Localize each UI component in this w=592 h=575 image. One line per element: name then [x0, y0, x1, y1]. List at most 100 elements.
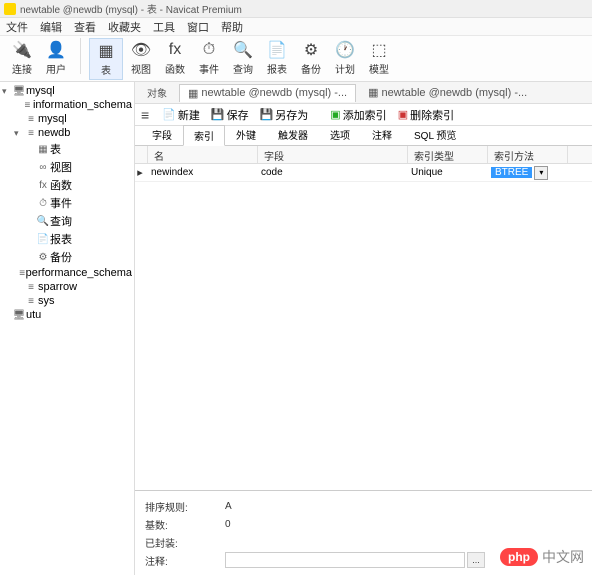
subtab-选项[interactable]: 选项 [319, 124, 361, 145]
tree-icon: 🖥 [12, 310, 26, 321]
tree-icon: ⚙ [36, 252, 50, 263]
col-type[interactable]: 索引类型 [408, 146, 488, 163]
cardinality-label: 基数: [145, 517, 225, 532]
index-grid-header: 名 字段 索引类型 索引方法 [135, 146, 592, 164]
toolbar-用户[interactable]: 👤用户 [40, 38, 72, 80]
cell-field[interactable]: code [255, 166, 405, 179]
comment-label: 注释: [145, 553, 225, 568]
tree-icon: 🔍 [36, 216, 50, 227]
window-title: newtable @newdb (mysql) - 表 - Navicat Pr… [20, 1, 242, 16]
subtab-字段[interactable]: 字段 [141, 124, 183, 145]
subtab-外键[interactable]: 外键 [225, 124, 267, 145]
saveas-icon: 💾 [260, 108, 274, 121]
new-icon: 📄 [162, 108, 176, 121]
cell-type[interactable]: Unique [405, 166, 485, 179]
method-value[interactable]: BTREE [491, 167, 532, 178]
tree-item-报表[interactable]: 📄报表 [0, 230, 134, 248]
menu-window[interactable]: 窗口 [187, 19, 209, 35]
watermark-badge: php [500, 548, 538, 566]
tree-item-备份[interactable]: ⚙备份 [0, 248, 134, 266]
tree-icon: ∞ [36, 162, 50, 173]
row-marker-icon: ▸ [135, 166, 145, 179]
dropdown-icon[interactable]: ▾ [534, 166, 548, 180]
toolbar-icon: ⏱ [199, 40, 219, 60]
tab-objects[interactable]: 对象 [139, 83, 175, 102]
subtab-注释[interactable]: 注释 [361, 124, 403, 145]
index-row[interactable]: ▸ newindex code Unique BTREE ▾ [135, 164, 592, 182]
col-field[interactable]: 字段 [258, 146, 408, 163]
tree-icon: 📄 [36, 234, 50, 245]
comment-ellipsis-button[interactable]: … [467, 552, 485, 568]
main-toolbar: 🔌连接👤用户 ▦表👁视图fx函数⏱事件🔍查询📄报表⚙备份🕐计划⬚模型 [0, 36, 592, 82]
col-method[interactable]: 索引方法 [488, 146, 568, 163]
action-bar: ≡ 📄新建 💾保存 💾另存为 ▣添加索引 ▣删除索引 [135, 104, 592, 126]
delete-index-button[interactable]: ▣删除索引 [394, 106, 458, 124]
menu-favorites[interactable]: 收藏夹 [108, 19, 141, 35]
toolbar-连接[interactable]: 🔌连接 [6, 38, 38, 80]
tree-item-事件[interactable]: ⏱事件 [0, 194, 134, 212]
document-tabs: 对象 ▦newtable @newdb (mysql) -... ▦newtab… [135, 82, 592, 104]
delete-icon: ▣ [398, 108, 408, 121]
tree-icon: fx [36, 180, 50, 191]
tree-item-mysql[interactable]: ▾🖥mysql [0, 84, 134, 98]
toolbar-视图[interactable]: 👁视图 [125, 38, 157, 80]
save-button[interactable]: 💾保存 [207, 106, 253, 124]
col-name[interactable]: 名 [148, 146, 258, 163]
table-icon: ▦ [188, 87, 198, 100]
tree-item-查询[interactable]: 🔍查询 [0, 212, 134, 230]
tree-icon: ⏱ [36, 198, 50, 209]
toolbar-表[interactable]: ▦表 [89, 38, 123, 80]
add-index-button[interactable]: ▣添加索引 [326, 106, 390, 124]
cell-method[interactable]: BTREE ▾ [485, 165, 565, 181]
toolbar-报表[interactable]: 📄报表 [261, 38, 293, 80]
tree-item-information_schema[interactable]: ≡information_schema [0, 98, 134, 112]
hamburger-icon[interactable]: ≡ [141, 107, 149, 123]
tree-item-newdb[interactable]: ▾≡newdb [0, 126, 134, 140]
designer-tabs: 字段索引外键触发器选项注释SQL 预览 [135, 126, 592, 146]
tree-item-mysql[interactable]: ≡mysql [0, 112, 134, 126]
tree-icon: 🖥 [12, 86, 26, 97]
menu-help[interactable]: 帮助 [221, 19, 243, 35]
tree-item-函数[interactable]: fx函数 [0, 176, 134, 194]
packed-label: 已封装: [145, 535, 225, 550]
toolbar-icon: ⚙ [301, 40, 321, 60]
tree-item-performance_schema[interactable]: ≡performance_schema [0, 266, 134, 280]
title-bar: newtable @newdb (mysql) - 表 - Navicat Pr… [0, 0, 592, 18]
tree-item-表[interactable]: ▦表 [0, 140, 134, 158]
menu-tools[interactable]: 工具 [153, 19, 175, 35]
tree-item-sparrow[interactable]: ≡sparrow [0, 280, 134, 294]
connection-tree[interactable]: ▾🖥mysql≡information_schema≡mysql▾≡newdb▦… [0, 82, 135, 575]
tab-newtable-2[interactable]: ▦newtable @newdb (mysql) -... [360, 84, 535, 101]
comment-input[interactable] [225, 552, 465, 568]
table-icon: ▦ [368, 86, 378, 99]
toolbar-模型[interactable]: ⬚模型 [363, 38, 395, 80]
menu-edit[interactable]: 编辑 [40, 19, 62, 35]
cardinality-value: 0 [225, 519, 231, 530]
subtab-SQL 预览[interactable]: SQL 预览 [403, 124, 467, 145]
grid-empty-area [135, 182, 592, 490]
cell-name[interactable]: newindex [145, 166, 255, 179]
saveas-button[interactable]: 💾另存为 [256, 106, 313, 124]
sort-rule-value: A [225, 501, 232, 512]
toolbar-查询[interactable]: 🔍查询 [227, 38, 259, 80]
tab-newtable-1[interactable]: ▦newtable @newdb (mysql) -... [179, 84, 356, 102]
toolbar-事件[interactable]: ⏱事件 [193, 38, 225, 80]
new-button[interactable]: 📄新建 [158, 106, 204, 124]
tree-icon: ≡ [24, 128, 38, 139]
watermark-text: 中文网 [542, 547, 584, 567]
watermark: php 中文网 [500, 547, 584, 567]
subtab-索引[interactable]: 索引 [183, 125, 225, 146]
tree-icon: ≡ [24, 282, 38, 293]
subtab-触发器[interactable]: 触发器 [267, 124, 319, 145]
menu-view[interactable]: 查看 [74, 19, 96, 35]
toolbar-计划[interactable]: 🕐计划 [329, 38, 361, 80]
toolbar-备份[interactable]: ⚙备份 [295, 38, 327, 80]
toolbar-icon: ▦ [96, 41, 116, 61]
tree-item-utu[interactable]: 🖥utu [0, 308, 134, 322]
tree-item-sys[interactable]: ≡sys [0, 294, 134, 308]
toolbar-函数[interactable]: fx函数 [159, 38, 191, 80]
toolbar-icon: 👤 [46, 40, 66, 60]
tree-item-视图[interactable]: ∞视图 [0, 158, 134, 176]
menu-file[interactable]: 文件 [6, 19, 28, 35]
tree-icon: ≡ [22, 100, 33, 111]
